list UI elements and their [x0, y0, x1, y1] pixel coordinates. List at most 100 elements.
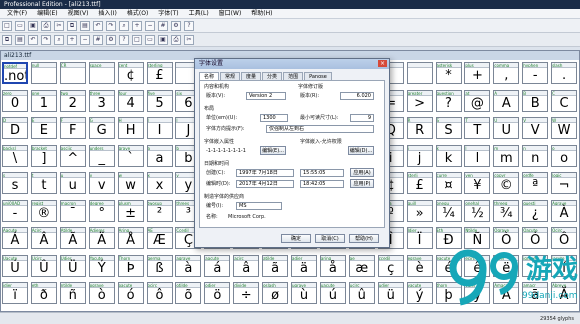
- dialog-tab-0[interactable]: 名称: [199, 72, 220, 80]
- revision-input[interactable]: 6.020: [340, 92, 374, 100]
- glyph-cell[interactable]: four 4: [117, 89, 144, 112]
- glyph-cell[interactable]: eth ð: [30, 282, 57, 304]
- glyph-cell[interactable]: uacute ú: [319, 282, 346, 304]
- glyph-cell[interactable]: AA: [493, 89, 520, 112]
- menu-item-4[interactable]: 格式(O): [122, 9, 153, 18]
- glyph-cell[interactable]: backsl \: [2, 144, 28, 167]
- glyph-cell[interactable]: notdef.notdef: [2, 62, 28, 84]
- glyph-cell[interactable]: ocirc ô: [146, 282, 173, 304]
- glyph-cell[interactable]: hyphen -: [522, 62, 549, 84]
- find-icon[interactable]: ⌕: [119, 20, 129, 31]
- glyph-cell[interactable]: jj: [406, 144, 433, 167]
- glyph-cell[interactable]: logic ¬: [551, 172, 578, 194]
- glyph-cell[interactable]: ss: [2, 172, 28, 194]
- glyph-cell[interactable]: AE Æ: [146, 227, 173, 249]
- glyph-cell[interactable]: GG: [88, 117, 115, 139]
- glyph-cell[interactable]: Adieres Ä: [88, 227, 115, 249]
- glyph-cell[interactable]: udier ü: [377, 282, 404, 304]
- glyph-cell[interactable]: aring å: [319, 254, 346, 277]
- glyph-cell[interactable]: Ucirc Û: [30, 254, 57, 277]
- glyph-cell[interactable]: onequ ¼: [435, 199, 462, 222]
- glyph-cell[interactable]: slash.: [551, 62, 578, 84]
- created-time-input[interactable]: 15:55:05: [300, 169, 344, 177]
- cut-icon[interactable]: ✂: [54, 20, 64, 31]
- glyph-cell[interactable]: comma,: [493, 62, 520, 84]
- glyph-cell[interactable]: otilde õ: [175, 282, 202, 304]
- glyph-cell[interactable]: ww: [117, 172, 144, 194]
- settings-icon[interactable]: ⚙: [171, 20, 181, 31]
- zoom-in-icon-alt[interactable]: □: [132, 34, 142, 45]
- glyph-cell[interactable]: ugrave ù: [291, 282, 317, 304]
- glyph-cell[interactable]: space: [88, 62, 115, 84]
- glyph-cell[interactable]: Aring Å: [117, 227, 144, 249]
- vendor-id-select[interactable]: MS: [236, 202, 282, 210]
- dialog-tab-2[interactable]: 度量: [241, 72, 262, 80]
- open-icon-alt[interactable]: ▤: [15, 34, 25, 45]
- glyph-cell[interactable]: Idier Ï: [406, 227, 433, 249]
- glyph-cell[interactable]: plusm ±: [117, 199, 144, 222]
- glyph-cell[interactable]: aa: [146, 144, 173, 167]
- glyph-cell[interactable]: sterling £: [146, 62, 173, 84]
- version-select[interactable]: Version 2: [246, 92, 286, 100]
- menu-item-2[interactable]: 视图(V): [63, 9, 94, 18]
- menu-item-0[interactable]: 文件(F): [2, 9, 32, 18]
- redo-icon-alt[interactable]: ⚙: [106, 34, 116, 45]
- grid-icon[interactable]: #: [158, 20, 168, 31]
- glyph-cell[interactable]: oslash ø: [262, 282, 289, 304]
- embed-edit-button[interactable]: 编辑(E)...: [260, 146, 286, 155]
- glyph-cell[interactable]: odier ö: [204, 282, 231, 304]
- glyph-cell[interactable]: oo: [551, 144, 578, 167]
- menu-item-7[interactable]: 窗口(W): [214, 9, 247, 18]
- glyph-cell[interactable]: ae æ: [348, 254, 375, 277]
- help-icon[interactable]: ?: [184, 20, 194, 31]
- help-icon-alt[interactable]: ✂: [184, 34, 194, 45]
- glyph-cell[interactable]: agrave à: [175, 254, 202, 277]
- help-button[interactable]: 帮助(H): [349, 234, 379, 243]
- print-icon[interactable]: ⎙: [41, 20, 51, 31]
- glyph-cell[interactable]: divide ÷: [233, 282, 260, 304]
- close-icon[interactable]: ×: [378, 60, 387, 67]
- created-apply-button[interactable]: 应用(A): [350, 168, 374, 177]
- glyph-cell[interactable]: yacute ý: [406, 282, 433, 304]
- glyph-cell[interactable]: uni00AD -: [2, 199, 28, 222]
- glyph-cell[interactable]: germa ß: [146, 254, 173, 277]
- modified-date-input[interactable]: 2017年 4月12日: [236, 180, 294, 188]
- menu-item-3[interactable]: 插入(I): [93, 9, 121, 18]
- save-icon[interactable]: ▣: [28, 20, 38, 31]
- glyph-cell[interactable]: asciic ^: [59, 144, 86, 167]
- modified-apply-button[interactable]: 应用(P): [350, 179, 374, 188]
- undo-icon[interactable]: ↶: [93, 20, 103, 31]
- glyph-cell[interactable]: macron ¯: [59, 199, 86, 222]
- new-icon[interactable]: □: [2, 20, 12, 31]
- glyph-cell[interactable]: tt: [30, 172, 57, 194]
- glyph-cell[interactable]: mm: [493, 144, 520, 167]
- glyph-cell[interactable]: acirc â: [233, 254, 260, 277]
- glyph-cell[interactable]: three 3: [88, 89, 115, 112]
- menu-item-6[interactable]: 工具(L): [184, 9, 214, 18]
- glyph-cell[interactable]: asterisk *: [435, 62, 462, 84]
- glyph-cell[interactable]: unders _: [88, 144, 115, 167]
- embed-edit2-button[interactable]: 编辑(D)...: [348, 146, 374, 155]
- glyph-cell[interactable]: sterli £: [406, 172, 433, 194]
- dialog-tab-3[interactable]: 分类: [262, 72, 283, 80]
- save-icon-alt[interactable]: ↶: [28, 34, 38, 45]
- glyph-cell[interactable]: ntilde ñ: [59, 282, 86, 304]
- menu-item-5[interactable]: 字体(T): [153, 9, 183, 18]
- glyph-cell[interactable]: plus +: [464, 62, 491, 84]
- glyph-cell[interactable]: cent¢: [117, 62, 144, 84]
- glyph-cell[interactable]: question?: [435, 89, 462, 112]
- glyph-cell[interactable]: two 2: [59, 89, 86, 112]
- paste-icon[interactable]: ▤: [80, 20, 90, 31]
- glyph-cell[interactable]: null: [30, 62, 57, 84]
- glyph-cell[interactable]: RR: [406, 117, 433, 139]
- glyph-cell[interactable]: copyr ©: [493, 172, 520, 194]
- hint-select[interactable]: 仅强制从左到右: [266, 125, 374, 133]
- glyph-cell[interactable]: CR: [59, 62, 86, 84]
- glyph-cell[interactable]: CC: [551, 89, 578, 112]
- glyph-cell[interactable]: five 5: [146, 89, 173, 112]
- glyph-cell[interactable]: greater >: [406, 89, 433, 112]
- glyph-cell[interactable]: aacute á: [204, 254, 231, 277]
- glyph-cell[interactable]: bracket]: [30, 144, 57, 167]
- glyph-cell[interactable]: Uacute Ú: [2, 254, 28, 277]
- glyph-cell[interactable]: adier ä: [291, 254, 317, 277]
